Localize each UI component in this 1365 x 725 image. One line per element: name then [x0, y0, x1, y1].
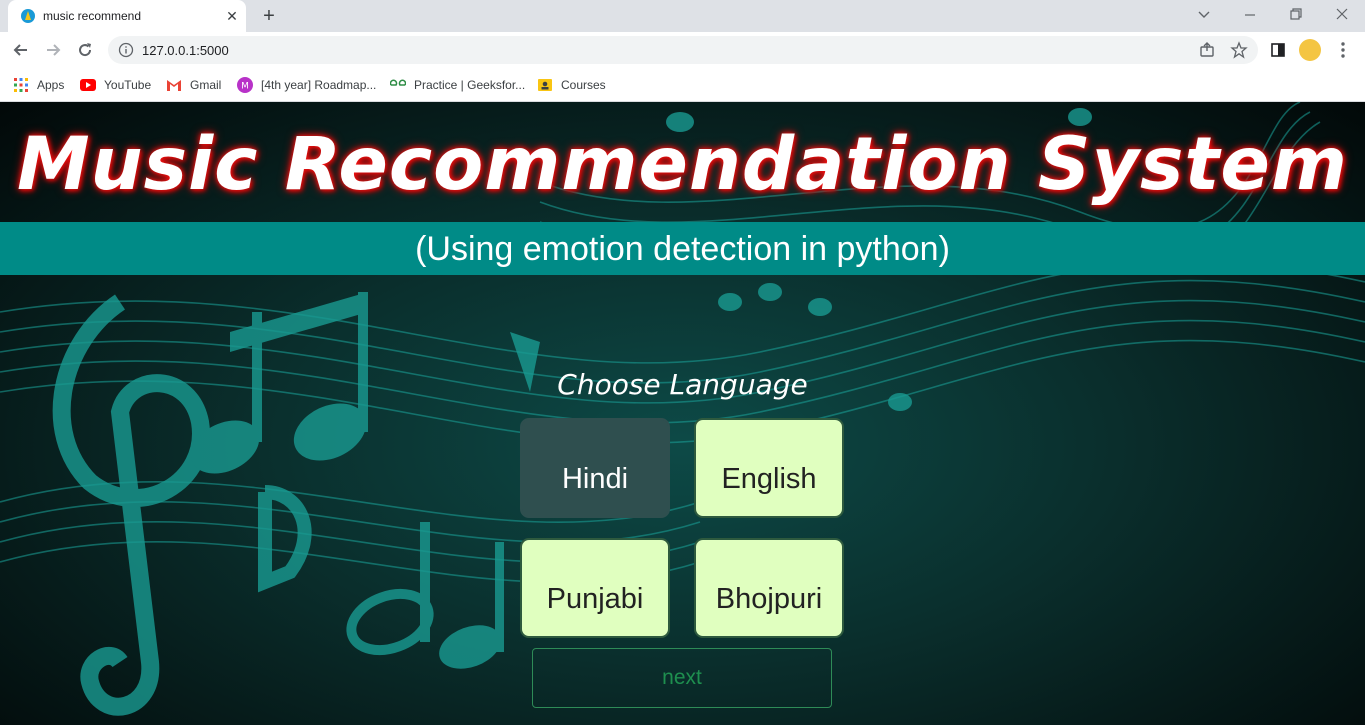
bookmark-roadmap[interactable]: M [4th year] Roadmap... — [237, 76, 376, 94]
minimize-icon[interactable] — [1240, 4, 1260, 24]
restore-icon[interactable] — [1286, 4, 1306, 24]
side-panel-icon[interactable] — [1268, 40, 1288, 60]
bookmark-apps[interactable]: Apps — [13, 76, 64, 94]
bookmark-gmail[interactable]: Gmail — [166, 76, 221, 94]
language-option-english[interactable]: English — [694, 418, 844, 518]
close-window-icon[interactable] — [1332, 4, 1352, 24]
subtitle-band: (Using emotion detection in python) — [0, 222, 1365, 275]
m-badge-icon: M — [237, 77, 253, 93]
new-tab-icon[interactable]: + — [259, 6, 279, 26]
language-option-hindi[interactable]: Hindi — [520, 418, 670, 518]
page-content: Music Recommendation System (Using emoti… — [0, 102, 1365, 725]
bookmark-geeksforgeeks[interactable]: Practice | Geeksfor... — [390, 76, 525, 94]
browser-tab[interactable]: music recommend ✕ — [8, 0, 246, 32]
more-menu-icon[interactable] — [1333, 40, 1353, 60]
bookmark-label: Gmail — [190, 78, 222, 92]
language-option-bhojpuri[interactable]: Bhojpuri — [694, 538, 844, 638]
choose-language-heading: Choose Language — [557, 368, 808, 401]
browser-toolbar: 127.0.0.1:5000 — [0, 32, 1365, 68]
gfg-icon — [390, 79, 406, 86]
back-arrow-icon[interactable] — [11, 40, 31, 60]
page-subtitle: (Using emotion detection in python) — [415, 230, 950, 268]
tab-strip: music recommend ✕ + — [0, 0, 1365, 32]
share-icon[interactable] — [1198, 41, 1216, 59]
bookmark-label: Apps — [37, 78, 65, 92]
forward-arrow-icon[interactable] — [43, 40, 63, 60]
bookmark-label: Practice | Geeksfor... — [414, 78, 526, 92]
bookmark-label: [4th year] Roadmap... — [261, 78, 377, 92]
url-text[interactable]: 127.0.0.1:5000 — [142, 43, 229, 58]
language-option-punjabi[interactable]: Punjabi — [520, 538, 670, 638]
svg-text:M: M — [241, 82, 249, 92]
bookmark-star-icon[interactable] — [1230, 41, 1248, 59]
next-button[interactable]: next — [532, 648, 832, 708]
profile-avatar[interactable] — [1299, 39, 1321, 61]
reload-icon[interactable] — [75, 40, 95, 60]
site-info-icon[interactable] — [118, 42, 134, 58]
courses-icon — [538, 79, 552, 91]
bookmark-label: Courses — [561, 78, 606, 92]
bookmark-courses[interactable]: Courses — [537, 76, 606, 94]
address-bar[interactable]: 127.0.0.1:5000 — [108, 36, 1258, 64]
gmail-icon — [167, 80, 181, 91]
bookmark-youtube[interactable]: YouTube — [80, 76, 151, 94]
tab-close-icon[interactable]: ✕ — [224, 8, 240, 24]
site-favicon-icon — [21, 9, 35, 23]
tab-search-icon[interactable] — [1194, 4, 1214, 24]
page-title: Music Recommendation System — [17, 122, 1348, 207]
bookmarks-bar: Apps YouTube Gmail M [4th year] Roadmap.… — [0, 68, 1365, 102]
youtube-icon — [80, 79, 96, 91]
apps-grid-icon — [14, 78, 28, 92]
bookmark-label: YouTube — [104, 78, 152, 92]
tab-title: music recommend — [43, 9, 142, 23]
